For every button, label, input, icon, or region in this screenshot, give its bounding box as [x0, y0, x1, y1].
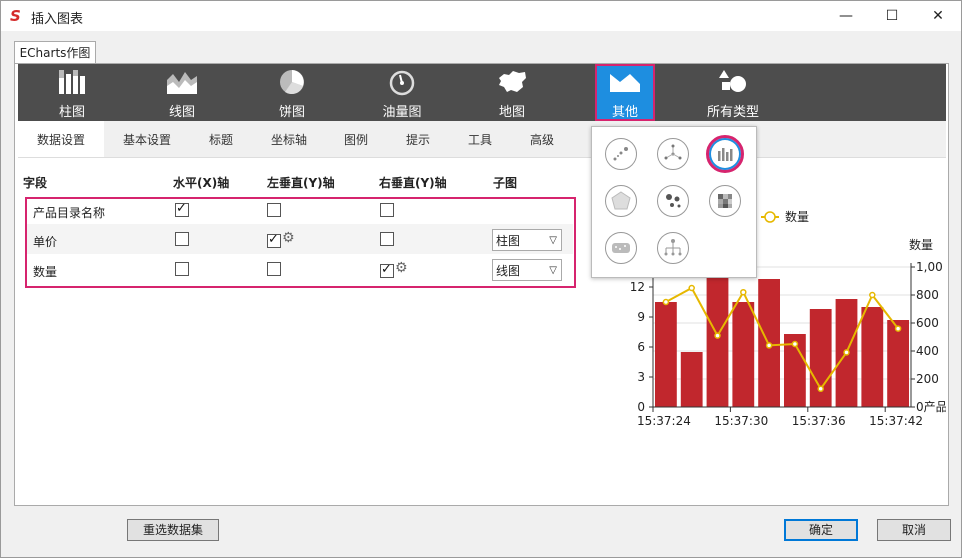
tab-axis[interactable]: 坐标轴	[258, 121, 320, 157]
line-point	[765, 342, 773, 349]
reselect-dataset-button[interactable]: 重选数据集	[127, 519, 219, 541]
tab-basic-settings[interactable]: 基本设置	[110, 121, 184, 157]
type-gauge[interactable]: 油量图	[360, 64, 444, 121]
tab-tools[interactable]: 工具	[454, 121, 506, 157]
tab-data-settings[interactable]: 数据设置	[18, 121, 104, 157]
right-tick-label: 0产品	[916, 400, 946, 414]
tab-tooltip[interactable]: 提示	[392, 121, 444, 157]
tab-legend[interactable]: 图例	[330, 121, 382, 157]
left-tick-label: 6	[637, 340, 645, 354]
highlight-box	[25, 197, 576, 288]
chart-type-toolbar: 柱图 线图 饼图 油量图 地图 其他 所有类型	[18, 64, 946, 121]
tab-advanced[interactable]: 高级	[516, 121, 568, 157]
ok-button[interactable]: 确定	[784, 519, 858, 541]
type-label: 油量图	[382, 105, 422, 120]
maximize-button[interactable]: ☐	[869, 1, 915, 31]
other-types-popup	[591, 126, 757, 278]
x-tick-label: 15:37:42	[869, 414, 923, 428]
right-axis-title: 数量	[909, 237, 933, 252]
bubble-icon[interactable]	[657, 185, 689, 217]
type-all[interactable]: 所有类型	[688, 64, 778, 121]
col-header-x-axis: 水平(X)轴	[173, 176, 230, 190]
bar	[861, 307, 884, 407]
bar	[655, 302, 677, 407]
bar-line-combo-icon[interactable]	[706, 135, 744, 173]
line-point	[894, 325, 902, 332]
type-pie[interactable]: 饼图	[250, 64, 334, 121]
heatmap-icon[interactable]	[709, 185, 741, 217]
map-icon	[499, 71, 526, 92]
left-tick-label: 12	[630, 280, 645, 294]
type-line[interactable]: 线图	[140, 64, 224, 121]
type-map[interactable]: 地图	[470, 64, 554, 121]
left-tick-label: 0	[637, 400, 645, 414]
cancel-button[interactable]: 取消	[877, 519, 951, 541]
line-point	[843, 349, 850, 356]
col-header-right-y: 右垂直(Y)轴	[379, 176, 447, 190]
type-other[interactable]: 其他	[595, 64, 655, 121]
line-point	[817, 385, 824, 393]
bar-chart-icon	[59, 70, 85, 94]
tree-icon[interactable]	[657, 232, 689, 264]
line-point	[740, 288, 747, 296]
other-chart-icon	[610, 74, 640, 92]
bar	[680, 352, 703, 407]
type-bar[interactable]: 柱图	[30, 64, 114, 121]
right-tick-label: 200	[916, 372, 939, 386]
col-header-field: 字段	[23, 176, 48, 190]
world-map-icon[interactable]	[605, 232, 637, 264]
bar	[732, 302, 755, 407]
radial-scatter-icon[interactable]	[657, 138, 689, 170]
col-header-left-y: 左垂直(Y)轴	[267, 176, 335, 190]
line-point	[714, 332, 721, 339]
x-tick-label: 15:37:30	[714, 414, 768, 428]
line-point	[688, 284, 695, 292]
type-label: 地图	[498, 105, 525, 120]
left-tick-label: 3	[637, 370, 645, 384]
all-types-icon	[719, 70, 746, 92]
right-tick-label: 1,00	[916, 260, 943, 274]
line-chart-icon	[167, 72, 197, 94]
col-header-subchart: 子图	[493, 176, 518, 190]
line-point	[869, 291, 876, 299]
right-tick-label: 800	[916, 288, 939, 302]
minimize-button[interactable]: —	[823, 1, 869, 31]
x-tick-label: 15:37:36	[792, 414, 846, 428]
title-bar: S 插入图表 — ☐ ✕	[1, 1, 961, 31]
app-logo-icon: S	[10, 7, 21, 25]
dialog-window: S 插入图表 — ☐ ✕ ECharts作图 柱图 线图 饼图 油量图 地图 其…	[0, 0, 962, 558]
scatter-icon[interactable]	[605, 138, 637, 170]
tab-title[interactable]: 标题	[194, 121, 248, 157]
line-point	[791, 340, 799, 348]
x-tick-label: 15:37:24	[637, 414, 691, 428]
pie-chart-icon	[280, 70, 304, 95]
type-label: 饼图	[278, 105, 305, 120]
bar	[809, 309, 832, 407]
legend-label: 数量	[785, 209, 809, 224]
window-title: 插入图表	[31, 12, 84, 27]
bar	[887, 320, 909, 407]
type-label: 其他	[611, 105, 638, 120]
legend-marker-icon	[764, 211, 776, 223]
left-tick-label: 9	[637, 310, 645, 324]
close-button[interactable]: ✕	[915, 1, 961, 31]
tab-echarts[interactable]: ECharts作图	[14, 41, 96, 64]
line-point	[662, 298, 670, 306]
gauge-icon	[389, 70, 415, 96]
right-tick-label: 400	[916, 344, 939, 358]
radar-icon[interactable]	[605, 185, 637, 217]
right-tick-label: 600	[916, 316, 939, 330]
type-label: 线图	[168, 105, 195, 120]
settings-tabs: 数据设置 基本设置 标题 坐标轴 图例 提示 工具 高级	[18, 121, 946, 158]
type-label: 柱图	[58, 105, 85, 120]
type-label: 所有类型	[706, 105, 759, 120]
